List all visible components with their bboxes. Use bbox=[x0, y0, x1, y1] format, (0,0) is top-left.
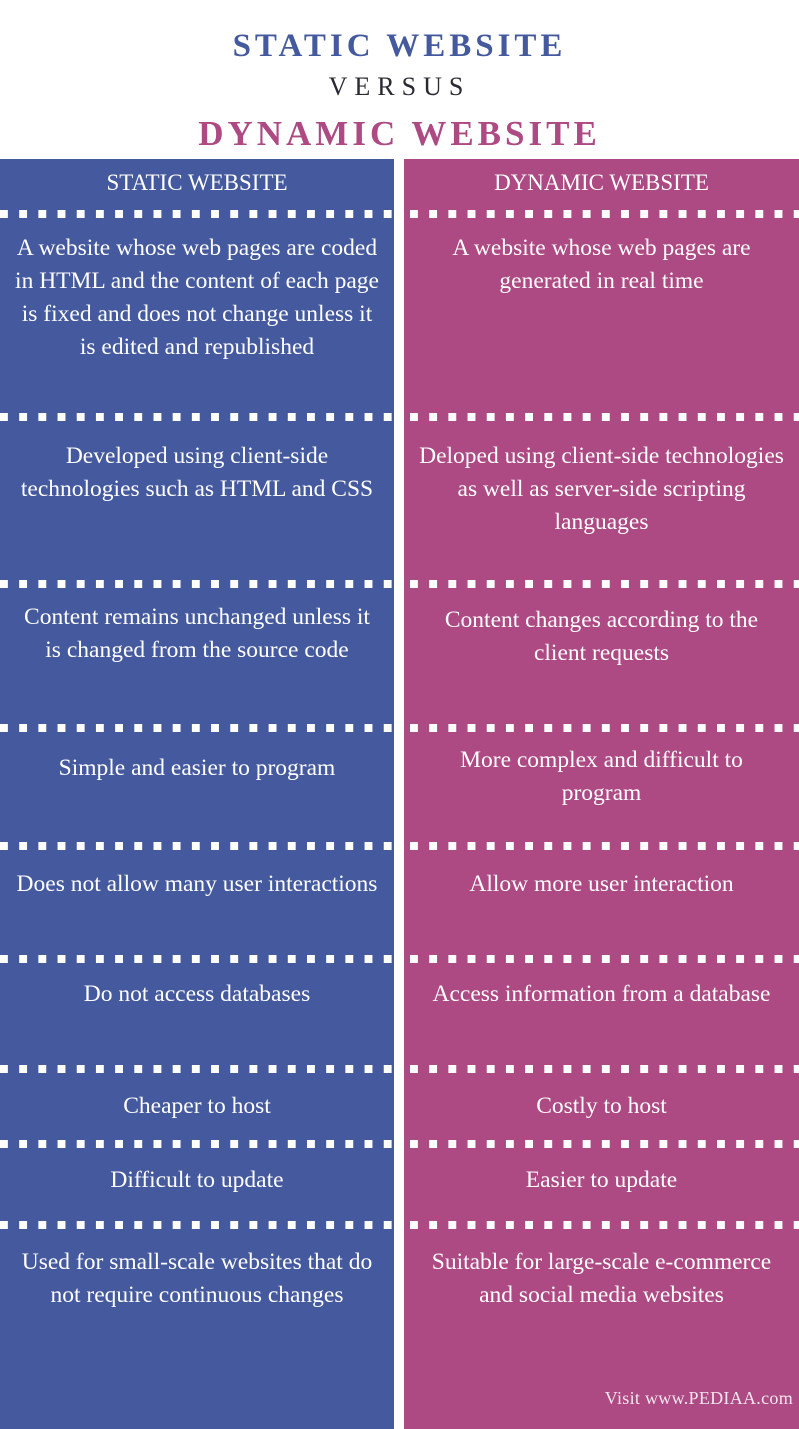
static-row-cell: A website whose web pages are coded in H… bbox=[0, 232, 394, 412]
dynamic-row-cell: Suitable for large-scale e-commerce and … bbox=[404, 1246, 799, 1416]
dotted-divider bbox=[0, 210, 394, 218]
static-row-cell: Difficult to update bbox=[0, 1164, 394, 1224]
column-header-static: STATIC WEBSITE bbox=[106, 170, 288, 195]
row-text: Suitable for large-scale e-commerce and … bbox=[431, 1249, 772, 1308]
row-text: Easier to update bbox=[525, 1167, 678, 1193]
static-row-cell: Used for small-scale websites that do no… bbox=[0, 1246, 394, 1416]
row-text: Content remains unchanged unless it is c… bbox=[24, 604, 370, 663]
row-text: Content changes according to the client … bbox=[444, 607, 759, 666]
dotted-divider bbox=[0, 580, 394, 588]
dynamic-row-cell: Deloped using client-side technologies a… bbox=[404, 440, 799, 570]
dotted-divider bbox=[0, 724, 394, 732]
title-versus: VERSUS bbox=[328, 72, 471, 101]
static-website-column: STATIC WEBSITE A website whose web pages… bbox=[0, 159, 394, 1429]
row-text: Used for small-scale websites that do no… bbox=[21, 1249, 373, 1308]
title-static-website: STATIC WEBSITE bbox=[232, 28, 567, 64]
static-row-cell: Cheaper to host bbox=[0, 1090, 394, 1150]
static-row-cell: Content remains unchanged unless it is c… bbox=[0, 601, 394, 721]
dotted-divider bbox=[404, 210, 799, 218]
row-text: Deloped using client-side technologies a… bbox=[419, 443, 784, 535]
row-text: Simple and easier to program bbox=[58, 755, 336, 781]
row-text: Allow more user interaction bbox=[469, 871, 734, 897]
row-text: More complex and difficult to program bbox=[460, 747, 743, 806]
dotted-divider bbox=[404, 1065, 799, 1073]
row-text: Do not access databases bbox=[83, 981, 311, 1007]
dynamic-row-cell: Costly to host bbox=[404, 1090, 799, 1150]
dynamic-row-cell: More complex and difficult to program bbox=[404, 744, 799, 844]
dynamic-row-cell: Allow more user interaction bbox=[404, 868, 799, 963]
row-text: A website whose web pages are generated … bbox=[452, 235, 751, 294]
dotted-divider bbox=[0, 1065, 394, 1073]
row-text: Difficult to update bbox=[110, 1167, 284, 1193]
row-text: Cheaper to host bbox=[123, 1093, 271, 1119]
static-row-cell: Do not access databases bbox=[0, 978, 394, 1063]
dynamic-row-cell: A website whose web pages are generated … bbox=[404, 232, 799, 412]
dotted-divider bbox=[404, 580, 799, 588]
row-text: Access information from a database bbox=[432, 981, 771, 1007]
row-text: Does not allow many user interactions bbox=[16, 871, 378, 897]
row-text: A website whose web pages are coded in H… bbox=[15, 235, 379, 360]
column-header-dynamic: DYNAMIC WEBSITE bbox=[494, 170, 709, 195]
dotted-divider bbox=[0, 413, 394, 421]
dynamic-row-cell: Easier to update bbox=[404, 1164, 799, 1224]
static-row-cell: Simple and easier to program bbox=[0, 752, 394, 852]
row-text: Costly to host bbox=[536, 1093, 667, 1119]
dynamic-website-column: DYNAMIC WEBSITE Visit www.PEDIAA.com A w… bbox=[404, 159, 799, 1429]
static-row-cell: Developed using client-side technologies… bbox=[0, 440, 394, 570]
static-row-cell: Does not allow many user interactions bbox=[0, 868, 394, 963]
dotted-divider bbox=[404, 724, 799, 732]
dynamic-row-cell: Content changes according to the client … bbox=[404, 604, 799, 724]
row-text: Developed using client-side technologies… bbox=[20, 443, 374, 502]
dynamic-row-cell: Access information from a database bbox=[404, 978, 799, 1063]
dotted-divider bbox=[404, 413, 799, 421]
title-dynamic-website: DYNAMIC WEBSITE bbox=[198, 114, 601, 153]
